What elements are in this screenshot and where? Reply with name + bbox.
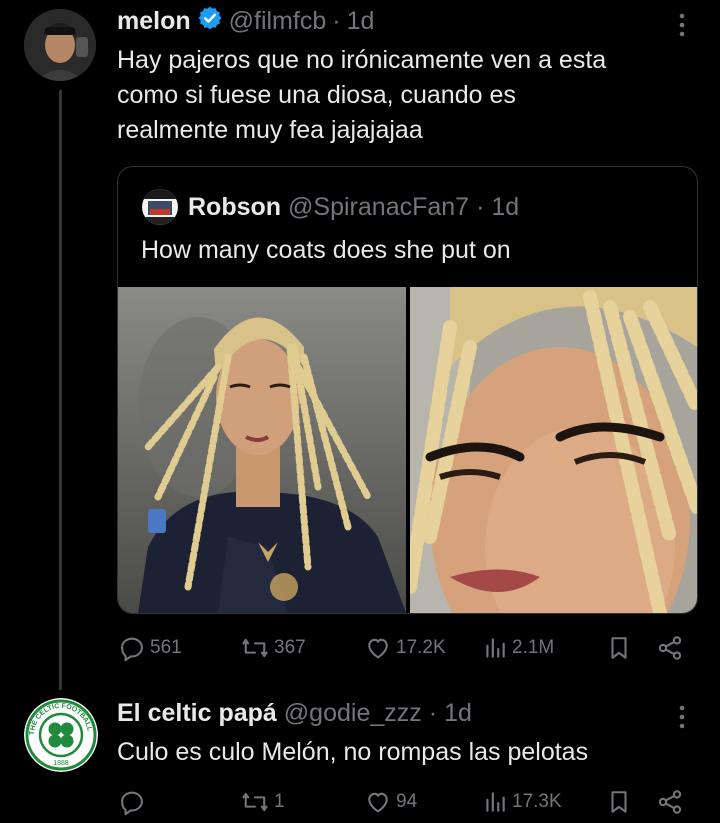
author-handle[interactable]: @godie_zzz [284, 699, 422, 728]
avatar-robson[interactable] [142, 189, 178, 225]
like-button[interactable]: 94 [364, 788, 417, 816]
share-icon [656, 788, 684, 816]
tweet-text-line: como si fuese una diosa, cuando es [117, 81, 516, 109]
heart-icon [364, 634, 392, 662]
views-icon [482, 634, 508, 662]
reply-icon [118, 634, 146, 662]
quoted-tweet-text: How many coats does she put on [141, 236, 511, 264]
bookmark-button[interactable] [606, 634, 632, 662]
bookmark-icon [606, 634, 632, 662]
more-options-icon[interactable] [672, 702, 692, 737]
bookmark-icon [606, 788, 632, 816]
quoted-tweet[interactable]: Robson @SpiranacFan7 · 1d How many coats… [117, 166, 698, 614]
repost-icon [240, 634, 270, 662]
tweet-text-line: realmente muy fea jajajajaa [117, 116, 423, 144]
tweet-text: Culo es culo Melón, no rompas las pelota… [117, 738, 589, 766]
author-name[interactable]: El celtic papá [117, 699, 277, 728]
views-button[interactable]: 17.3K [482, 788, 562, 816]
reply-icon [118, 788, 146, 816]
views-button[interactable]: 2.1M [482, 634, 554, 662]
like-count: 17.2K [396, 637, 446, 658]
share-button[interactable] [656, 634, 684, 662]
author-handle[interactable]: @filmfcb [229, 7, 327, 36]
timestamp[interactable]: 1d [347, 7, 375, 36]
more-options-icon[interactable] [672, 10, 692, 45]
like-count: 94 [396, 791, 418, 812]
verified-badge-icon [197, 5, 223, 38]
separator-dot: · [476, 192, 485, 221]
reply-button[interactable]: 561 [118, 634, 182, 662]
author-name[interactable]: melon [117, 7, 191, 36]
repost-button[interactable]: 1 [240, 788, 285, 816]
repost-count: 1 [274, 791, 285, 812]
repost-button[interactable]: 367 [240, 634, 306, 662]
like-button[interactable]: 17.2K [364, 634, 446, 662]
reply-count: 561 [150, 637, 182, 658]
share-icon [656, 634, 684, 662]
separator-dot: · [428, 698, 438, 727]
quoted-timestamp[interactable]: 1d [491, 193, 519, 222]
quoted-author-handle[interactable]: @SpiranacFan7 [288, 193, 469, 222]
reply-button[interactable] [118, 788, 150, 816]
bookmark-button[interactable] [606, 788, 632, 816]
quoted-photo-2[interactable] [410, 287, 697, 613]
quoted-author-name[interactable]: Robson [188, 193, 281, 222]
timestamp[interactable]: 1d [444, 699, 472, 728]
tweet-text-line: Hay pajeros que no irónicamente ven a es… [117, 46, 607, 74]
celtic-year: 1888 [53, 760, 69, 767]
avatar-melon[interactable] [24, 9, 96, 81]
share-button[interactable] [656, 788, 684, 816]
avatar-celtic[interactable]: THE CELTIC FOOTBALL CLUB 1888 [24, 698, 98, 772]
views-count: 2.1M [512, 637, 555, 658]
views-icon [482, 788, 508, 816]
heart-icon [364, 788, 392, 816]
views-count: 17.3K [512, 791, 562, 812]
separator-dot: · [332, 6, 341, 35]
thread-line [59, 90, 62, 690]
quoted-photo-1[interactable] [118, 287, 406, 613]
repost-icon [240, 788, 270, 816]
repost-count: 367 [274, 637, 306, 658]
tweet-text: Hay pajeros que no irónicamente ven a es… [117, 43, 697, 148]
